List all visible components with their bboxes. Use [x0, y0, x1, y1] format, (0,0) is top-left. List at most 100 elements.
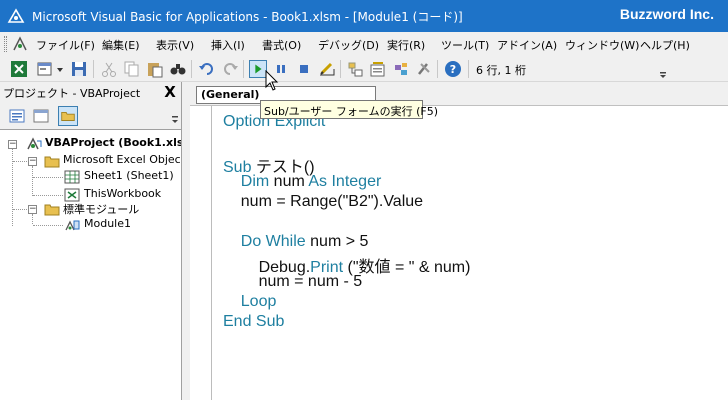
tree-item-excel-objects[interactable]: Microsoft Excel Object	[63, 153, 181, 166]
tree-line	[33, 195, 63, 196]
menu-window[interactable]: ウィンドウ(W)	[565, 37, 639, 53]
close-icon[interactable]: X	[161, 83, 179, 101]
project-explorer-toolbar	[0, 102, 182, 130]
code-line[interactable]: Dim num As Integer	[223, 173, 382, 191]
menu-help[interactable]: ヘルプ(H)	[640, 37, 690, 53]
project-explorer-title: プロジェクト - VBAProject	[3, 87, 141, 100]
redo-icon[interactable]	[221, 60, 239, 78]
insert-userform-icon[interactable]	[36, 60, 54, 78]
reset-icon[interactable]	[295, 60, 313, 78]
menubar-grip[interactable]	[4, 36, 7, 52]
pane-splitter[interactable]	[182, 82, 190, 400]
svg-text:?: ?	[450, 63, 456, 76]
toolbar-separator	[243, 60, 244, 78]
excel-icon[interactable]	[10, 60, 28, 78]
menu-view[interactable]: 表示(V)	[156, 37, 194, 53]
code-text: num	[273, 173, 309, 190]
folder-open-icon	[44, 156, 60, 168]
undo-icon[interactable]	[198, 60, 216, 78]
mouse-cursor-icon	[265, 70, 279, 91]
code-line[interactable]: Loop	[223, 293, 277, 311]
expand-toggle-root[interactable]: −	[8, 140, 17, 149]
toolbar-options-icon[interactable]	[658, 58, 668, 80]
project-tree: − VBAProject (Book1.xls − Microsoft Exce…	[0, 130, 182, 400]
code-text: num > 5	[310, 233, 369, 250]
workbook-icon	[64, 188, 80, 202]
vba-app-icon	[7, 8, 25, 23]
code-keyword: Loop	[240, 293, 277, 310]
code-text: ("数値 = " & num)	[347, 259, 471, 276]
brand-label: Buzzword Inc.	[619, 6, 714, 22]
code-keyword: End Sub	[223, 313, 285, 330]
code-margin[interactable]	[190, 106, 212, 400]
title-bar: Microsoft Visual Basic for Applications …	[0, 0, 728, 32]
view-code-icon[interactable]	[8, 107, 26, 125]
help-icon[interactable]: ?	[444, 60, 462, 78]
tree-item-standard-modules[interactable]: 標準モジュール	[63, 201, 139, 217]
menu-bar: ファイル(F) 編集(E) 表示(V) 挿入(I) 書式(O) デバッグ(D) …	[0, 32, 728, 56]
tree-line	[32, 214, 33, 224]
cut-icon[interactable]	[100, 60, 118, 78]
module-icon	[65, 220, 80, 231]
tree-line	[13, 161, 27, 162]
find-icon[interactable]	[169, 60, 187, 78]
toolbar-separator	[437, 60, 438, 78]
menu-insert[interactable]: 挿入(I)	[211, 37, 245, 53]
tree-line	[33, 177, 63, 178]
project-explorer-icon[interactable]	[346, 60, 364, 78]
cursor-position: 6 行, 1 桁	[476, 64, 526, 77]
tree-line	[32, 166, 33, 196]
run-tooltip: Sub/ユーザー フォームの実行 (F5)	[260, 100, 438, 119]
toolbar-separator	[340, 60, 341, 78]
code-line[interactable]: num = Range("B2").Value	[223, 193, 423, 211]
menu-format[interactable]: 書式(O)	[262, 37, 301, 53]
vbaproject-icon	[27, 137, 42, 150]
menu-edit[interactable]: 編集(E)	[102, 37, 140, 53]
worksheet-icon	[64, 170, 80, 184]
menu-run[interactable]: 実行(R)	[387, 37, 425, 53]
code-keyword: Do While	[240, 233, 311, 250]
menu-file[interactable]: ファイル(F)	[36, 37, 95, 53]
menu-addins[interactable]: アドイン(A)	[497, 37, 557, 53]
expand-toggle-excel-objects[interactable]: −	[28, 157, 37, 166]
expand-toggle-modules[interactable]: −	[28, 205, 37, 214]
tree-line	[12, 144, 13, 226]
save-icon[interactable]	[70, 60, 88, 78]
tree-item-sheet1[interactable]: Sheet1 (Sheet1)	[84, 169, 174, 182]
tree-line	[13, 209, 27, 210]
standard-toolbar: ? 6 行, 1 桁	[0, 56, 728, 82]
toolbar-separator	[191, 60, 192, 78]
project-explorer-header: プロジェクト - VBAProject	[0, 82, 182, 102]
tree-item-module1[interactable]: Module1	[84, 217, 131, 230]
menu-debug[interactable]: デバッグ(D)	[318, 37, 379, 53]
code-line[interactable]: Do While num > 5	[223, 233, 369, 251]
code-keyword: Dim	[240, 173, 274, 190]
toggle-folders-icon[interactable]	[58, 106, 78, 126]
code-keyword: As Integer	[308, 173, 382, 190]
object-browser-icon[interactable]	[392, 60, 410, 78]
view-object-icon[interactable]	[32, 107, 50, 125]
toolbox-icon[interactable]	[415, 60, 433, 78]
folder-open-icon	[44, 204, 60, 216]
dropdown-arrow-icon[interactable]	[55, 60, 65, 78]
tree-line	[33, 225, 63, 226]
copy-icon[interactable]	[123, 60, 141, 78]
code-line[interactable]: End Sub	[223, 313, 284, 331]
toolbar-separator	[468, 60, 469, 78]
code-text: num = num - 5	[223, 273, 363, 290]
window-title: Microsoft Visual Basic for Applications …	[32, 10, 463, 24]
code-text: num = Range("B2").Value	[223, 193, 424, 210]
toolbar-overflow-icon[interactable]	[171, 114, 179, 128]
design-mode-icon[interactable]	[318, 60, 336, 78]
vba-menu-icon[interactable]	[12, 36, 28, 52]
paste-icon[interactable]	[146, 60, 164, 78]
tree-item-vbaproject[interactable]: VBAProject (Book1.xls	[45, 136, 181, 149]
tree-item-thisworkbook[interactable]: ThisWorkbook	[84, 187, 161, 200]
menu-tools[interactable]: ツール(T)	[441, 37, 489, 53]
toolbar-separator	[93, 60, 94, 78]
code-line[interactable]: num = num - 5	[223, 273, 363, 291]
properties-window-icon[interactable]	[369, 60, 387, 78]
